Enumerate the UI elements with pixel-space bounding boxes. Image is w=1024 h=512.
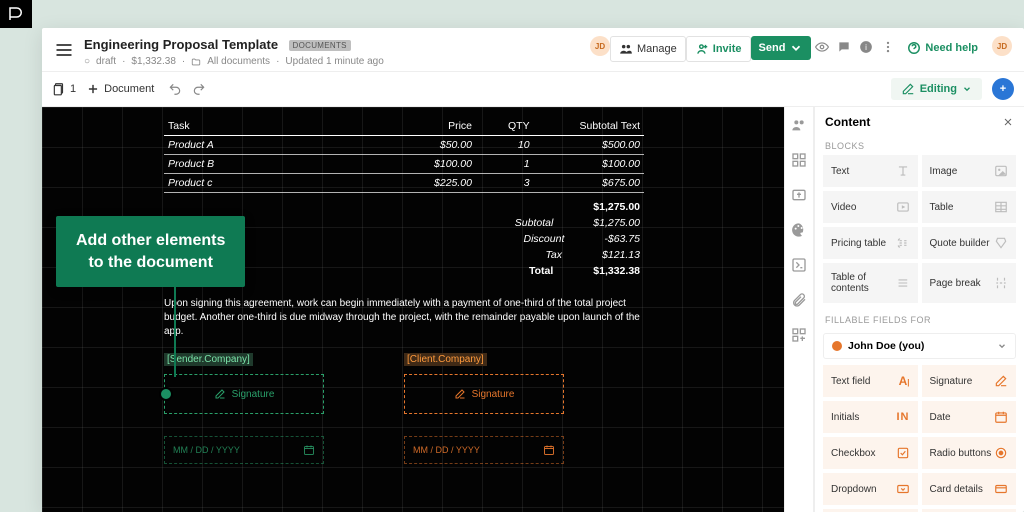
comment-icon[interactable]: [833, 36, 855, 63]
more-icon[interactable]: [877, 36, 899, 63]
field-card[interactable]: Card details: [922, 473, 1017, 505]
rail-people-icon[interactable]: [791, 117, 807, 138]
client-signature-field[interactable]: Signature: [404, 374, 564, 414]
field-radio[interactable]: Radio buttons: [922, 437, 1017, 469]
redo-icon[interactable]: [192, 82, 206, 96]
add-document-button[interactable]: Document: [86, 82, 154, 96]
panel-title: Content: [825, 115, 870, 129]
sender-date-field[interactable]: MM / DD / YYYY: [164, 436, 324, 464]
brand-logo: [0, 0, 32, 28]
client-company-token[interactable]: [Client.Company]: [404, 353, 487, 366]
content-panel: Content BLOCKS TextImageVideoTablePricin…: [814, 107, 1024, 512]
block-pricing[interactable]: Pricing table: [823, 227, 918, 259]
rail-attachment-icon[interactable]: [791, 292, 807, 313]
doc-type-chip: DOCUMENTS: [289, 40, 351, 51]
field-date[interactable]: Date: [922, 401, 1017, 433]
svg-text:i: i: [866, 43, 868, 52]
assignee-selector[interactable]: John Doe (you): [823, 333, 1016, 359]
assignee-color-dot: [832, 341, 842, 351]
send-button[interactable]: Send: [751, 36, 812, 60]
block-pagebreak[interactable]: Page break: [922, 263, 1017, 303]
table-row: Product c$225.003$675.00: [164, 174, 644, 193]
undo-icon[interactable]: [168, 82, 182, 96]
editing-mode-button[interactable]: Editing: [891, 78, 982, 100]
doc-title: Engineering Proposal Template: [84, 37, 278, 52]
block-quote[interactable]: Quote builder: [922, 227, 1017, 259]
field-dd[interactable]: Dropdown: [823, 473, 918, 505]
document-canvas[interactable]: Task Price QTY Subtotal Text Product A$5…: [42, 107, 784, 512]
field-A[interactable]: Text fieldA|: [823, 365, 918, 397]
rail-workflow-icon[interactable]: [791, 257, 807, 278]
block-image[interactable]: Image: [922, 155, 1017, 187]
pricing-table: Task Price QTY Subtotal Text Product A$5…: [164, 117, 644, 193]
rail-pricing-icon[interactable]: [791, 187, 807, 208]
tutorial-callout: Add other elements to the document: [56, 216, 245, 287]
blocks-section-label: BLOCKS: [815, 137, 1024, 155]
block-text[interactable]: Text: [823, 155, 918, 187]
calendar-icon: [303, 444, 315, 456]
invite-button[interactable]: Invite: [686, 36, 751, 62]
table-row: Product B$100.001$100.00: [164, 155, 644, 174]
chevron-down-icon: [789, 41, 803, 55]
rail-apps-icon[interactable]: [791, 327, 807, 348]
agreement-paragraph: Upon signing this agreement, work can be…: [164, 297, 644, 339]
menu-icon[interactable]: [54, 40, 74, 60]
page-indicator[interactable]: 1: [52, 82, 76, 96]
block-table[interactable]: Table: [922, 191, 1017, 223]
fields-section-label: FILLABLE FIELDS FOR: [815, 311, 1024, 329]
preview-icon[interactable]: [811, 36, 833, 63]
field-check[interactable]: Checkbox: [823, 437, 918, 469]
close-icon[interactable]: [1002, 116, 1014, 128]
chevron-down-icon: [997, 341, 1007, 351]
calendar-icon: [543, 444, 555, 456]
help-button[interactable]: Need help: [899, 36, 986, 60]
sender-signature-field[interactable]: Signature: [164, 374, 324, 414]
add-content-button[interactable]: +: [992, 78, 1014, 100]
block-toc[interactable]: Table of contents: [823, 263, 918, 303]
field-sig[interactable]: Signature: [922, 365, 1017, 397]
avatar[interactable]: JD: [590, 36, 610, 56]
user-avatar[interactable]: JD: [992, 36, 1012, 56]
client-date-field[interactable]: MM / DD / YYYY: [404, 436, 564, 464]
sender-company-token[interactable]: [Sender.Company]: [164, 353, 253, 366]
info-icon[interactable]: i: [855, 36, 877, 63]
block-video[interactable]: Video: [823, 191, 918, 223]
rail-variables-icon[interactable]: [791, 152, 807, 173]
rail-design-icon[interactable]: [791, 222, 807, 243]
side-rail: [784, 107, 814, 512]
manage-button[interactable]: Manage: [610, 36, 686, 62]
chevron-down-icon: [962, 84, 972, 94]
field-IN[interactable]: InitialsIN: [823, 401, 918, 433]
table-row: Product A$50.0010$500.00: [164, 136, 644, 155]
doc-meta: ○ draft· $1,332.38· All documents· Updat…: [84, 56, 384, 67]
